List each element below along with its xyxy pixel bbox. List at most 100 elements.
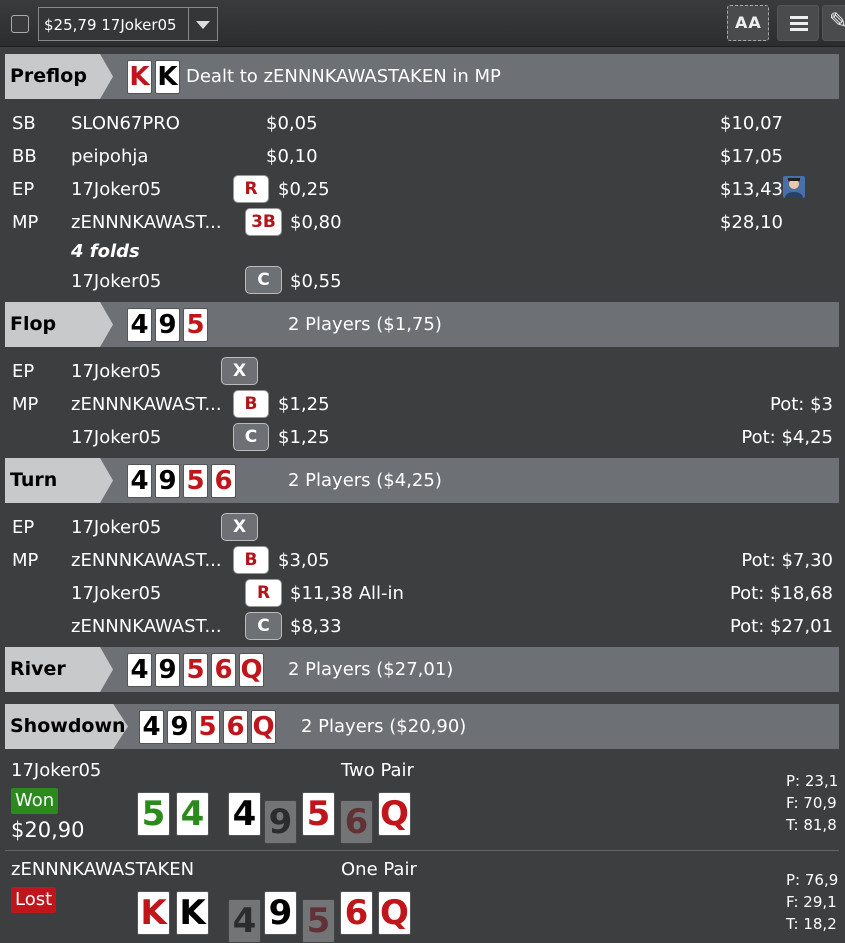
board-card: 5 [183,653,208,687]
hand-rank: Two Pair [341,760,414,781]
stack-amount: $17,05 [720,146,783,167]
player-name[interactable]: 17Joker05 [71,517,161,538]
list-view-button[interactable] [777,5,819,41]
folds-summary: 4 folds [71,241,140,262]
street-label: Turn [10,469,58,491]
preflop-header: Preflop K K Dealt to zENNNKAWASTAKEN in … [5,54,839,99]
position: BB [12,146,37,167]
stat-t: T: 18,2 [786,915,837,933]
player-name[interactable]: zENNNKAWAST... [71,550,222,571]
board-card: Q [251,710,276,744]
winnings-amount: $20,90 [11,818,85,842]
action-badge-bet: B [233,390,269,418]
position: SB [12,113,36,134]
street-label: Showdown [10,715,126,737]
player-name[interactable]: 17Joker05 [71,583,161,604]
board-card: 6 [223,710,248,744]
street-label: Flop [10,313,57,335]
bet-amount: $1,25 [278,394,330,415]
player-name[interactable]: zENNNKAWAST... [71,212,222,233]
position: MP [12,212,39,233]
list-icon [790,16,808,19]
board-card-unused: 4 [228,899,261,943]
board-card: 4 [127,653,152,687]
divider [5,850,839,851]
turn-header: Turn 4 9 5 6 2 Players ($4,25) [5,458,839,503]
toolbar: $25,79 17Joker05 AA ✎ [0,0,845,47]
pot-amount: Pot: $3 [770,394,833,415]
position: EP [12,517,35,538]
stat-p: P: 76,9 [786,871,839,889]
player-name[interactable]: 17Joker05 [71,427,161,448]
bet-amount: $1,25 [278,427,330,448]
board-card: 6 [211,464,236,498]
stack-amount: $13,43 [720,179,783,200]
street-label: River [10,658,66,680]
player-name[interactable]: 17Joker05 [71,361,161,382]
player-avatar-icon[interactable] [783,176,805,198]
board-card: 5 [183,464,208,498]
street-tag-preflop: Preflop [5,54,113,99]
board-card: 4 [127,464,152,498]
flop-info: 2 Players ($1,75) [288,314,442,335]
board-card-used: 9 [264,891,297,935]
result-badge-lost: Lost [11,887,57,913]
player-name[interactable]: SLON67PRO [71,113,180,134]
hole-card: K [176,891,209,935]
board-card-unused: 5 [302,899,335,943]
hand-selector-value: $25,79 17Joker05 [44,16,177,34]
board-card: 4 [139,710,164,744]
position: EP [12,361,35,382]
showdown-player-name[interactable]: zENNNKAWASTAKEN [11,859,194,880]
street-label: Preflop [10,65,87,87]
board-card-unused: 9 [264,800,297,844]
board-card-used: 6 [340,891,373,935]
pot-amount: Pot: $18,68 [729,583,833,604]
select-checkbox[interactable] [11,15,29,33]
hand-selector[interactable]: $25,79 17Joker05 [38,7,218,41]
hole-card: 5 [137,792,170,836]
action-badge-3bet: 3B [245,208,282,236]
turn-info: 2 Players ($4,25) [288,470,442,491]
action-badge-check: X [221,513,258,541]
action-badge-bet: B [233,546,269,574]
chevron-down-icon[interactable] [188,8,217,40]
board-card-unused: 6 [340,800,373,844]
street-tag-river: River [5,647,113,692]
showdown-info: 2 Players ($20,90) [301,716,467,737]
showdown-player-name[interactable]: 17Joker05 [11,760,101,781]
preflop-info: Dealt to zENNNKAWASTAKEN in MP [186,66,501,87]
stat-t: T: 81,8 [786,816,837,834]
board-card: 5 [195,710,220,744]
board-card: 9 [155,308,180,342]
board-card-used: Q [378,792,411,836]
pencil-icon: ✎ [829,9,845,34]
board-card: 5 [183,308,208,342]
action-badge-call: C [233,423,269,451]
edit-button[interactable]: ✎ [822,5,845,41]
result-badge-won: Won [11,788,59,814]
bet-amount: $0,10 [266,146,318,167]
showdown-header: Showdown 4 9 5 6 Q 2 Players ($20,90) [5,704,839,749]
stack-amount: $10,07 [720,113,783,134]
board-card: 6 [211,653,236,687]
font-size-button[interactable]: AA [727,5,769,41]
stack-amount: $28,10 [720,212,783,233]
pot-amount: Pot: $7,30 [741,550,833,571]
river-info: 2 Players ($27,01) [288,659,454,680]
board-card: 9 [155,653,180,687]
player-name[interactable]: zENNNKAWAST... [71,616,222,637]
player-name[interactable]: peipohja [71,146,148,167]
bet-amount: $8,33 [290,616,342,637]
action-badge-raise: R [233,175,269,203]
board-card-used: 4 [228,792,261,836]
bet-amount: $0,05 [266,113,318,134]
bet-amount: $0,25 [278,179,330,200]
player-name[interactable]: 17Joker05 [71,179,161,200]
action-badge-raise: R [245,579,282,607]
player-name[interactable]: zENNNKAWAST... [71,394,222,415]
player-name[interactable]: 17Joker05 [71,271,161,292]
hole-card: K [137,891,170,935]
font-icon: AA [735,13,762,32]
bet-amount: $0,80 [290,212,342,233]
